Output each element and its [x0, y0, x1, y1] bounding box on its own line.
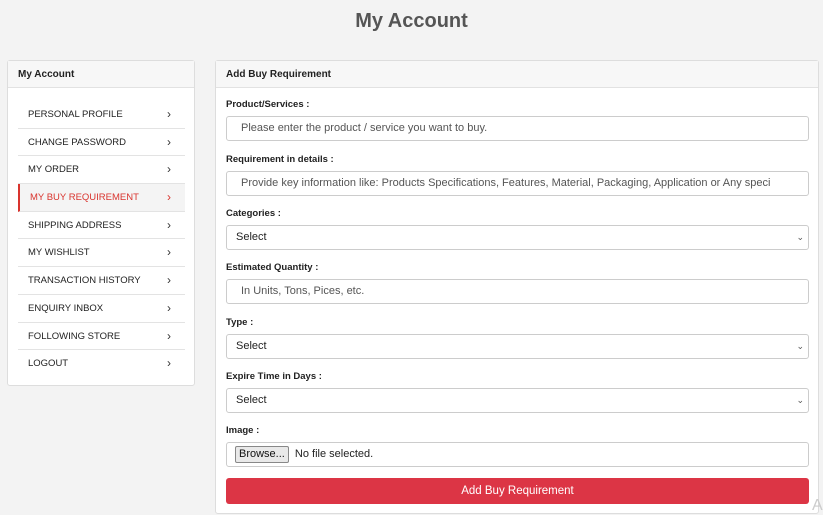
sidebar-item-label: MY BUY REQUIREMENT	[30, 192, 139, 204]
type-label: Type :	[226, 317, 254, 328]
sidebar-item-logout[interactable]: LOGOUT ›	[18, 350, 185, 378]
image-file-input: Browse... No file selected.	[226, 442, 809, 467]
sidebar-title: My Account	[8, 61, 194, 88]
chevron-down-icon: ⌄	[796, 395, 804, 405]
sidebar-item-my-order[interactable]: MY ORDER ›	[18, 156, 185, 185]
sidebar-item-label: ENQUIRY INBOX	[28, 302, 104, 314]
expire-label: Expire Time in Days :	[226, 371, 322, 382]
add-buy-requirement-button[interactable]: Add Buy Requirement	[226, 478, 809, 504]
chevron-right-icon: ›	[167, 245, 171, 260]
chevron-down-icon: ⌄	[796, 232, 804, 242]
sidebar-item-change-password[interactable]: CHANGE PASSWORD ›	[18, 129, 185, 157]
chevron-right-icon: ›	[167, 217, 171, 232]
sidebar-item-label: CHANGE PASSWORD	[28, 136, 127, 148]
browse-button[interactable]: Browse...	[235, 446, 289, 463]
sidebar-item-my-wishlist[interactable]: MY WISHLIST ›	[18, 239, 185, 268]
file-status: No file selected.	[294, 448, 374, 460]
sidebar-item-label: MY WISHLIST	[28, 247, 90, 259]
details-input[interactable]: Provide key information like: Products S…	[226, 171, 809, 196]
chevron-right-icon: ›	[167, 356, 171, 371]
chevron-right-icon: ›	[167, 328, 171, 343]
product-placeholder: Please enter the product / service you w…	[241, 122, 488, 134]
expire-select[interactable]: Select ⌄	[226, 388, 809, 413]
quantity-placeholder: In Units, Tons, Pices, etc.	[241, 285, 365, 297]
categories-select[interactable]: Select ⌄	[226, 225, 809, 250]
sidebar-item-personal-profile[interactable]: PERSONAL PROFILE ›	[18, 101, 185, 129]
sidebar-item-label: LOGOUT	[28, 358, 69, 370]
product-label: Product/Services :	[226, 99, 310, 110]
page-title: My Account	[355, 10, 468, 32]
type-value: Select	[236, 340, 267, 352]
chevron-right-icon: ›	[167, 162, 171, 177]
quantity-input[interactable]: In Units, Tons, Pices, etc.	[226, 279, 809, 304]
account-sidebar: My Account PERSONAL PROFILE › CHANGE PAS…	[7, 60, 195, 386]
chevron-right-icon: ›	[167, 134, 171, 149]
sidebar-item-transaction-history[interactable]: TRANSACTION HISTORY ›	[18, 267, 185, 295]
expire-value: Select	[236, 394, 267, 406]
details-label: Requirement in details :	[226, 154, 334, 165]
form-title: Add Buy Requirement	[216, 61, 818, 88]
sidebar-item-label: PERSONAL PROFILE	[28, 109, 123, 120]
chevron-right-icon: ›	[167, 107, 171, 121]
chevron-down-icon: ⌄	[796, 341, 804, 351]
sidebar-menu: PERSONAL PROFILE › CHANGE PASSWORD › MY …	[18, 101, 185, 378]
sidebar-item-my-buy-requirement[interactable]: MY BUY REQUIREMENT ›	[18, 184, 185, 212]
sidebar-item-shipping-address[interactable]: SHIPPING ADDRESS ›	[18, 212, 185, 240]
product-input[interactable]: Please enter the product / service you w…	[226, 116, 809, 141]
sidebar-item-label: SHIPPING ADDRESS	[28, 219, 122, 231]
quantity-label: Estimated Quantity :	[226, 262, 319, 273]
sidebar-item-enquiry-inbox[interactable]: ENQUIRY INBOX ›	[18, 295, 185, 323]
buy-requirement-panel: Add Buy Requirement Product/Services : P…	[215, 60, 819, 514]
categories-label: Categories :	[226, 208, 281, 219]
details-placeholder: Provide key information like: Products S…	[241, 177, 771, 189]
chevron-right-icon: ›	[167, 300, 171, 315]
sidebar-item-label: MY ORDER	[28, 164, 80, 176]
categories-value: Select	[236, 231, 267, 243]
chevron-right-icon: ›	[167, 273, 171, 288]
image-label: Image :	[226, 425, 260, 436]
chevron-right-icon: ›	[167, 190, 171, 205]
sidebar-item-following-store[interactable]: FOLLOWING STORE ›	[18, 323, 185, 351]
sidebar-item-label: FOLLOWING STORE	[28, 330, 121, 342]
corner-glyph: A	[812, 497, 823, 514]
sidebar-item-label: TRANSACTION HISTORY	[28, 275, 141, 287]
type-select[interactable]: Select ⌄	[226, 334, 809, 359]
